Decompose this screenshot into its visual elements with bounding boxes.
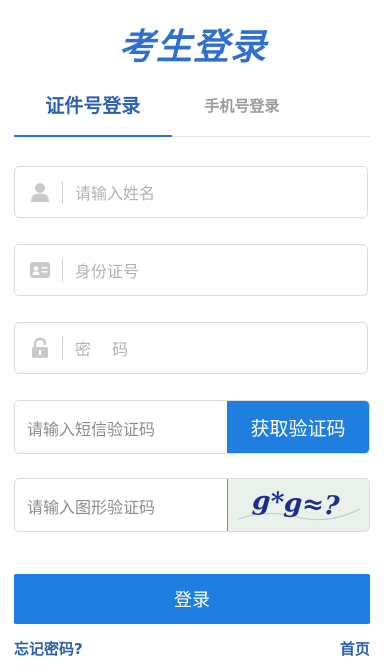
id-number-field [14,244,368,296]
field-separator [62,181,63,204]
field-separator [62,259,63,282]
login-tabs: 证件号登录 手机号登录 [14,84,370,137]
page-title: 考生登录 [118,27,267,68]
password-input[interactable] [73,333,357,365]
tab-phone-login[interactable]: 手机号登录 [172,84,312,136]
lock-icon [29,337,51,359]
active-tab-indicator [14,135,172,137]
password-field [14,322,368,374]
user-icon [29,181,51,203]
name-input[interactable] [73,177,357,209]
home-link[interactable]: 首页 [340,638,370,659]
sms-code-input[interactable] [25,413,229,445]
sms-code-field: 获取验证码 [14,400,370,454]
captcha-field: g*g≈? [14,478,370,532]
tab-id-login[interactable]: 证件号登录 [14,84,172,136]
captcha-input[interactable] [25,491,229,523]
captcha-text: g*g≈? [251,486,341,522]
id-number-input[interactable] [73,255,357,287]
name-field [14,166,368,218]
get-sms-code-button[interactable]: 获取验证码 [227,401,369,453]
field-separator [62,337,63,360]
captcha-image[interactable]: g*g≈? [227,479,369,531]
login-button[interactable]: 登录 [14,574,370,624]
id-card-icon [29,259,51,281]
forgot-password-link[interactable]: 忘记密码? [14,638,83,659]
